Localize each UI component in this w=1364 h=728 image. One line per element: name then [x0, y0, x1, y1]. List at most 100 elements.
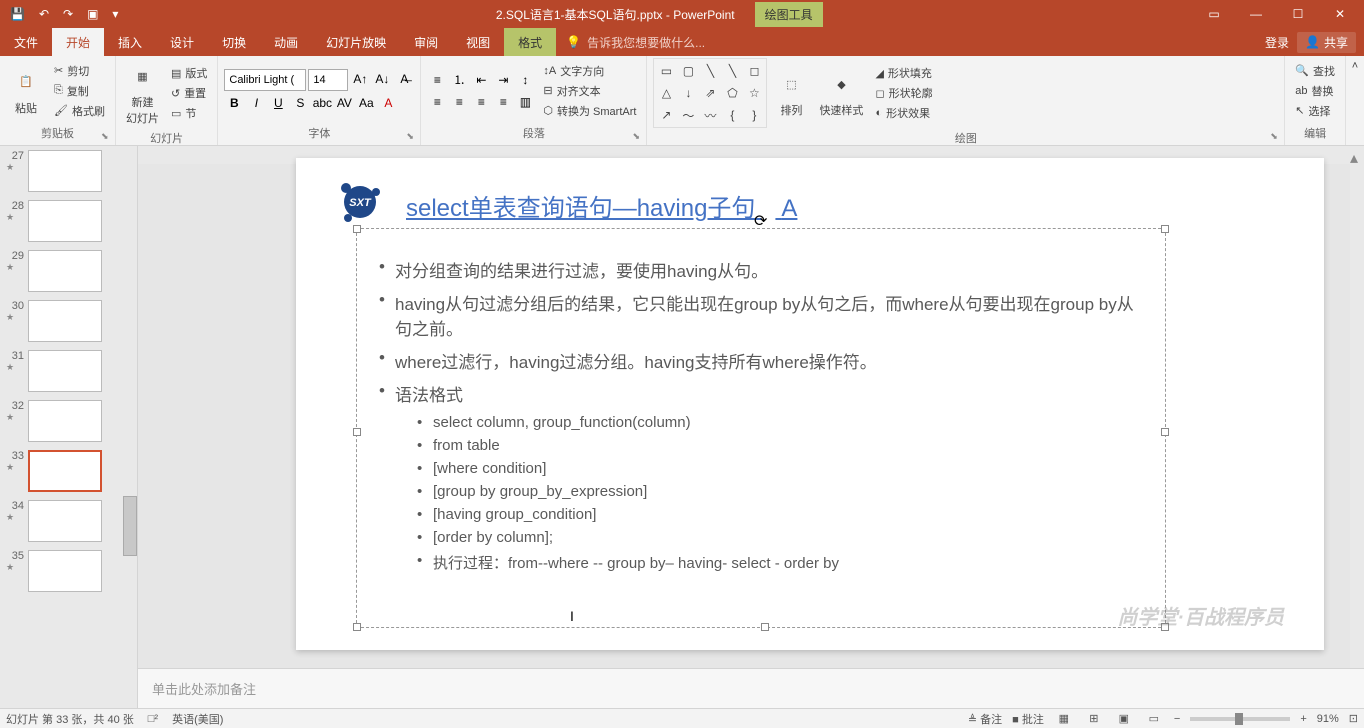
thumbnail-row[interactable]: 29★	[0, 246, 137, 296]
align-left-button[interactable]: ≡	[427, 92, 447, 112]
bullet-level-2[interactable]: [where condition]	[415, 460, 1147, 477]
line-spacing-button[interactable]: ↕	[515, 70, 535, 90]
collapse-ribbon-icon[interactable]: ˄	[1346, 56, 1364, 145]
bullet-level-2[interactable]: [having group_condition]	[415, 506, 1147, 523]
new-slide-button[interactable]: ▦ 新建 幻灯片	[122, 58, 163, 128]
undo-icon[interactable]: ↶	[33, 5, 55, 23]
tab-home[interactable]: 开始	[52, 28, 104, 56]
tab-design[interactable]: 设计	[156, 28, 208, 56]
thumbnail-row[interactable]: 28★	[0, 196, 137, 246]
align-right-button[interactable]: ≡	[471, 92, 491, 112]
bullet-level-1[interactable]: 语法格式	[375, 381, 1147, 406]
start-slideshow-icon[interactable]: ▣	[81, 5, 104, 23]
slide-thumbnails-panel[interactable]: 27★28★29★30★31★32★33★34★35★	[0, 146, 138, 708]
language-status[interactable]: 英语(美国)	[172, 711, 223, 727]
bullet-level-2[interactable]: [order by column];	[415, 529, 1147, 546]
save-icon[interactable]: 💾	[4, 5, 31, 23]
justify-button[interactable]: ≡	[493, 92, 513, 112]
resize-handle[interactable]	[353, 225, 361, 233]
text-direction-button[interactable]: ↕A文字方向	[539, 62, 640, 80]
thumbnail-row[interactable]: 33★	[0, 446, 137, 496]
bullet-level-1[interactable]: having从句过滤分组后的结果，它只能出现在group by从句之后，而whe…	[375, 290, 1147, 340]
thumbnail-row[interactable]: 31★	[0, 346, 137, 396]
normal-view-button[interactable]: ▦	[1054, 711, 1074, 727]
bold-button[interactable]: B	[224, 93, 244, 113]
font-shrink-button[interactable]: A↓	[372, 69, 392, 89]
slide-thumbnail[interactable]	[28, 250, 102, 292]
align-text-button[interactable]: ⊟对齐文本	[539, 82, 640, 100]
change-case-button[interactable]: Aa	[356, 93, 376, 113]
bullets-button[interactable]: ≡	[427, 70, 447, 90]
font-grow-button[interactable]: A↑	[350, 69, 370, 89]
thumbnail-row[interactable]: 34★	[0, 496, 137, 546]
paragraph-dialog-launcher[interactable]: ⬊	[632, 131, 644, 143]
vertical-scrollbar[interactable]	[1350, 164, 1364, 668]
rotate-handle-icon[interactable]: ⟳	[754, 211, 768, 225]
bullet-level-2[interactable]: 执行过程：from--where -- group by– having- se…	[415, 552, 1147, 573]
font-dialog-launcher[interactable]: ⬊	[406, 131, 418, 143]
slide-editor[interactable]: ▴ SXT select单表查询语句—having子句 A ⟳ 对分组查询的结果…	[138, 146, 1364, 708]
columns-button[interactable]: ▥	[515, 92, 535, 112]
strike-button[interactable]: S	[290, 93, 310, 113]
slide-thumbnail[interactable]	[28, 550, 102, 592]
thumbnail-row[interactable]: 30★	[0, 296, 137, 346]
resize-handle[interactable]	[353, 428, 361, 436]
bullet-level-2[interactable]: select column, group_function(column)	[415, 414, 1147, 431]
shape-outline-button[interactable]: ◻形状轮廓	[871, 84, 936, 102]
quick-styles-button[interactable]: ◆快速样式	[815, 66, 867, 120]
thumbnail-scrollbar[interactable]	[123, 496, 137, 556]
resize-handle[interactable]	[1161, 225, 1169, 233]
notes-pane[interactable]: 单击此处添加备注	[138, 668, 1364, 708]
cut-button[interactable]: ✂剪切	[50, 62, 109, 80]
bullet-level-1[interactable]: 对分组查询的结果进行过滤，要使用having从句。	[375, 257, 1147, 282]
slide-thumbnail[interactable]	[28, 350, 102, 392]
indent-increase-button[interactable]: ⇥	[493, 70, 513, 90]
numbering-button[interactable]: ⒈	[449, 70, 469, 90]
thumbnail-row[interactable]: 32★	[0, 396, 137, 446]
layout-button[interactable]: ▤版式	[167, 64, 211, 82]
copy-button[interactable]: ⎘复制	[50, 82, 109, 100]
tab-file[interactable]: 文件	[0, 28, 52, 56]
section-button[interactable]: ▭节	[167, 104, 211, 122]
char-spacing-button[interactable]: AV	[334, 93, 354, 113]
slide-counter[interactable]: 幻灯片 第 33 张，共 40 张	[6, 711, 134, 727]
select-button[interactable]: ↖选择	[1291, 102, 1339, 120]
slide-thumbnail[interactable]	[28, 200, 102, 242]
sorter-view-button[interactable]: ⊞	[1084, 711, 1104, 727]
shadow-button[interactable]: abc	[312, 93, 332, 113]
minimize-icon[interactable]: —	[1236, 0, 1276, 28]
reset-button[interactable]: ↺重置	[167, 84, 211, 102]
format-painter-button[interactable]: 🖌格式刷	[50, 102, 109, 120]
slide-thumbnail[interactable]	[28, 500, 102, 542]
tab-view[interactable]: 视图	[452, 28, 504, 56]
tab-insert[interactable]: 插入	[104, 28, 156, 56]
fit-window-button[interactable]: ⊡	[1349, 712, 1358, 725]
zoom-level[interactable]: 91%	[1317, 713, 1339, 725]
login-link[interactable]: 登录	[1265, 34, 1289, 51]
bullet-level-2[interactable]: from table	[415, 437, 1147, 454]
smartart-button[interactable]: ⬡转换为 SmartArt	[539, 102, 640, 120]
drawing-dialog-launcher[interactable]: ⬊	[1270, 131, 1282, 143]
maximize-icon[interactable]: ☐	[1278, 0, 1318, 28]
resize-handle[interactable]	[761, 623, 769, 631]
tab-slideshow[interactable]: 幻灯片放映	[312, 28, 400, 56]
slide-thumbnail[interactable]	[28, 450, 102, 492]
reading-view-button[interactable]: ▣	[1114, 711, 1134, 727]
ribbon-options-icon[interactable]: ▭	[1194, 0, 1234, 28]
zoom-in-button[interactable]: +	[1300, 713, 1306, 725]
qat-more-icon[interactable]: ▾	[106, 5, 124, 23]
slide-title[interactable]: select单表查询语句—having子句 A	[406, 188, 797, 223]
indent-decrease-button[interactable]: ⇤	[471, 70, 491, 90]
comments-toggle[interactable]: ■ 批注	[1012, 711, 1044, 727]
tab-format[interactable]: 格式	[504, 28, 556, 56]
redo-icon[interactable]: ↷	[57, 5, 79, 23]
tab-transitions[interactable]: 切换	[208, 28, 260, 56]
close-icon[interactable]: ✕	[1320, 0, 1360, 28]
arrange-button[interactable]: ⬚排列	[771, 66, 811, 120]
replace-button[interactable]: ab替换	[1291, 82, 1339, 100]
underline-button[interactable]: U	[268, 93, 288, 113]
share-button[interactable]: 👤共享	[1297, 32, 1356, 53]
zoom-slider[interactable]	[1190, 717, 1290, 721]
tab-animations[interactable]: 动画	[260, 28, 312, 56]
shape-fill-button[interactable]: ◢形状填充	[871, 64, 936, 82]
